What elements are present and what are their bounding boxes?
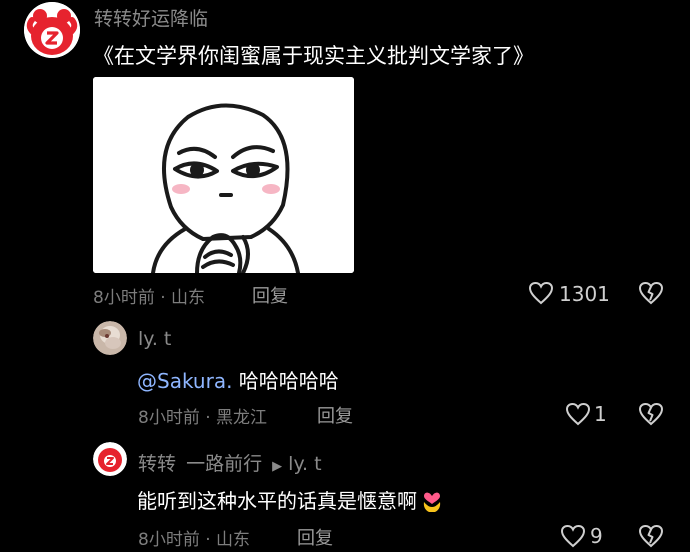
heart-outline-icon xyxy=(565,402,591,426)
reply-1-reply-button[interactable]: 回复 xyxy=(317,402,353,428)
reply-2-dislike-button[interactable] xyxy=(638,524,664,552)
zhuanzhuan-logo-icon xyxy=(24,2,80,58)
reply-1-like-button[interactable] xyxy=(565,402,591,430)
main-like-count: 1301 xyxy=(559,282,610,306)
reply-2-header: 转转 一路前行 ▶ ly. t xyxy=(138,449,322,476)
user-avatar-photo xyxy=(93,321,127,355)
reply-2-reply-to[interactable]: ly. t xyxy=(288,453,321,475)
main-username[interactable]: 转转好运降临 xyxy=(94,4,208,31)
gold-heart-hands-emoji xyxy=(421,487,443,518)
meme-image[interactable] xyxy=(93,77,354,273)
reply-1-content: 哈哈哈哈哈 xyxy=(232,369,339,393)
reply-1-time-location: 8小时前 · 黑龙江 xyxy=(138,408,268,428)
zhuanzhuan-logo-icon xyxy=(93,442,127,476)
reply-2-reply-button[interactable]: 回复 xyxy=(297,524,333,550)
main-dislike-button[interactable] xyxy=(638,281,664,309)
reply-1-like-count: 1 xyxy=(594,402,607,426)
main-reply-button[interactable]: 回复 xyxy=(252,282,288,308)
reply-1-username[interactable]: ly. t xyxy=(138,328,171,350)
avatar-main-user[interactable] xyxy=(24,2,80,58)
broken-heart-icon xyxy=(638,402,664,426)
reply-2-like-button[interactable] xyxy=(560,524,586,552)
reply-1-mention[interactable]: @Sakura. xyxy=(137,369,232,393)
meme-face-illustration xyxy=(93,77,354,273)
reply-1-text: @Sakura. 哈哈哈哈哈 xyxy=(137,365,339,394)
broken-heart-icon xyxy=(638,281,664,305)
reply-2-content: 能听到这种水平的话真是惬意啊 xyxy=(137,489,417,513)
avatar-reply-1[interactable] xyxy=(93,321,127,355)
main-comment-text: 《在文学界你闺蜜属于现实主义批判文学家了》 xyxy=(93,44,534,68)
main-like-button[interactable] xyxy=(528,281,554,309)
avatar-reply-2[interactable] xyxy=(93,442,127,476)
main-time-location: 8小时前 · 山东 xyxy=(93,288,206,308)
reply-2-text: 能听到这种水平的话真是惬意啊 xyxy=(137,485,443,518)
reply-2-tag: 一路前行 xyxy=(186,453,263,475)
reply-1-dislike-button[interactable] xyxy=(638,402,664,430)
heart-outline-icon xyxy=(528,281,554,305)
broken-heart-icon xyxy=(638,524,664,548)
reply-2-like-count: 9 xyxy=(590,524,603,548)
reply-2-username[interactable]: 转转 xyxy=(138,453,176,475)
reply-2-time-location: 8小时前 · 山东 xyxy=(138,530,251,550)
play-arrow-icon: ▶ xyxy=(272,459,283,474)
heart-outline-icon xyxy=(560,524,586,548)
